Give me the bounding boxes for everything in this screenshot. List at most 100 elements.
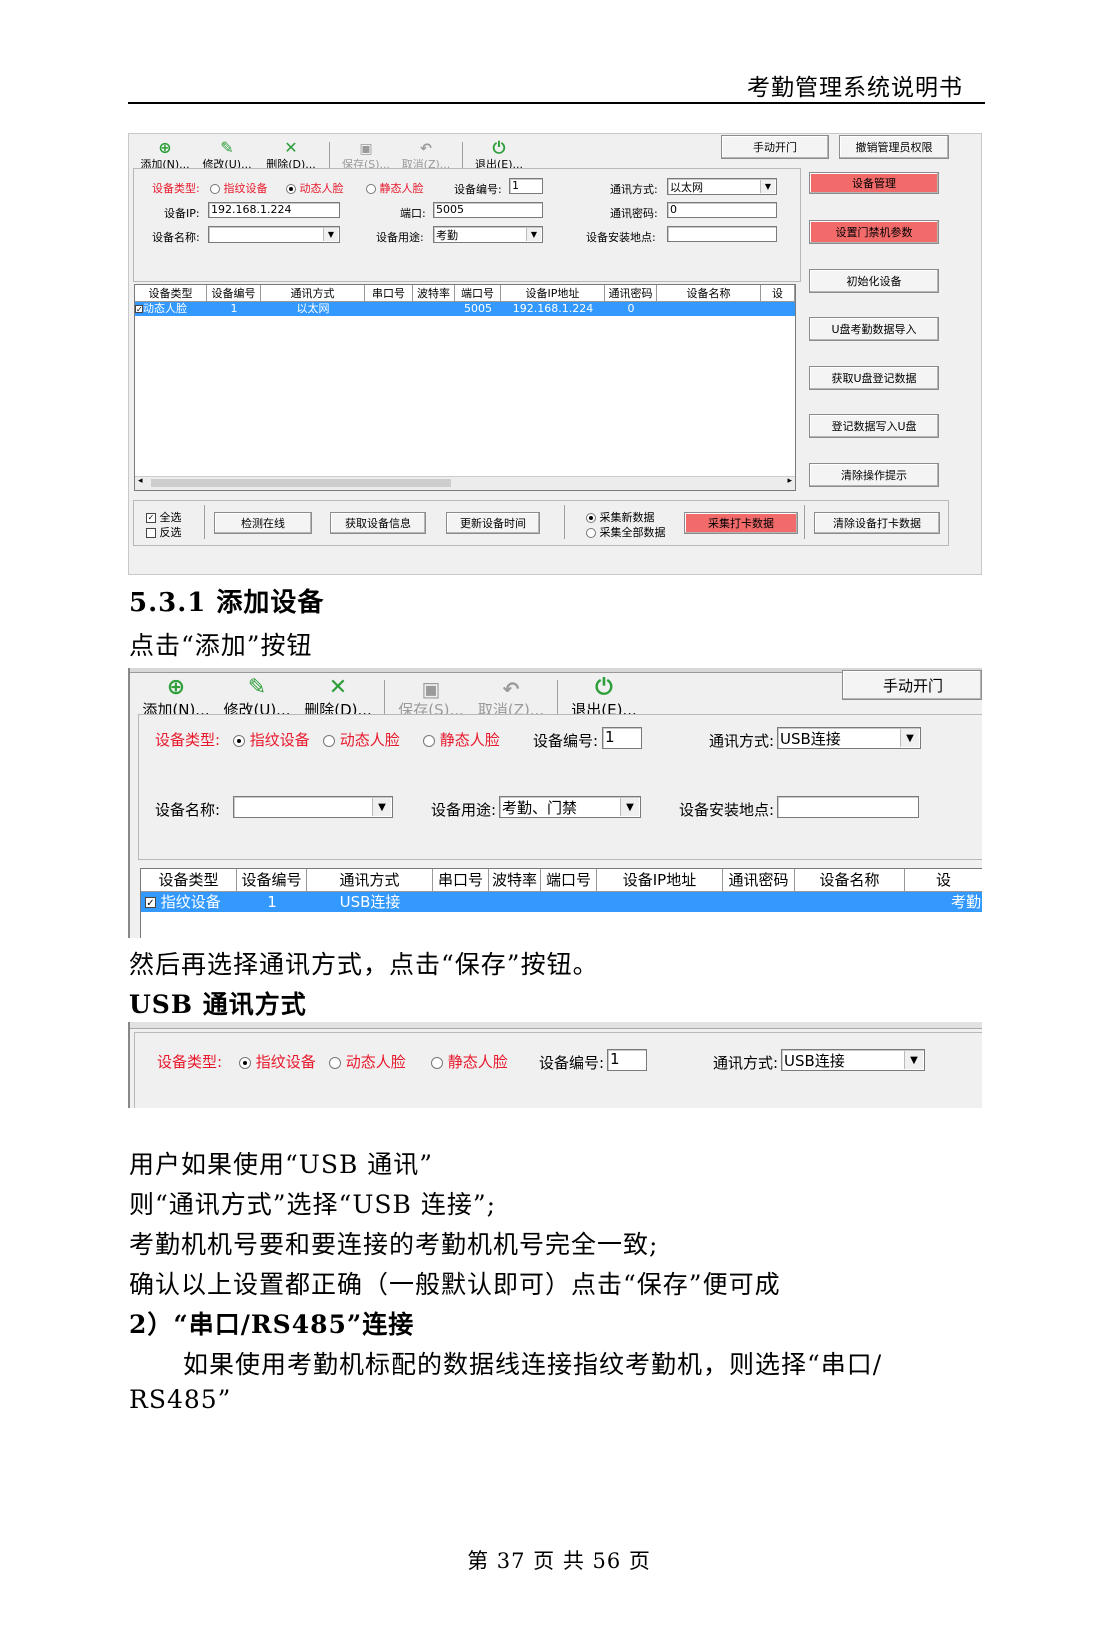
radio-static-face[interactable]: 静态人脸 — [431, 1051, 508, 1072]
device-usage-select[interactable]: 考勤、门禁 ▼ — [499, 796, 641, 818]
chevron-down-icon: ▼ — [526, 228, 541, 241]
radio-dynamic-face[interactable]: 动态人脸 — [323, 729, 400, 750]
column-header[interactable]: 设备名称 — [657, 285, 761, 301]
cancel-button[interactable]: ↶ 取消(Z)... — [396, 138, 456, 172]
delete-button[interactable]: ✕ 删除(D)... — [259, 138, 323, 172]
usb-comm-window: 设备类型: 指纹设备 动态人脸 静态人脸 设备编号: 1 通讯方式: USB连接… — [128, 1022, 982, 1108]
checkbox-checked-icon: ✓ — [145, 897, 156, 908]
comm-method-select[interactable]: USB连接 ▼ — [777, 727, 921, 749]
table-row[interactable]: ✓ 指纹设备 1 USB连接 考勤 — [141, 892, 982, 912]
usb-import-button[interactable]: U盘考勤数据导入 — [809, 317, 939, 341]
device-manage-button[interactable]: 设备管理 — [809, 172, 939, 194]
horizontal-scrollbar[interactable]: ◂ ▸ — [135, 476, 795, 490]
radio-fingerprint[interactable]: 指纹设备 — [239, 1051, 316, 1072]
column-header[interactable]: 串口号 — [365, 285, 413, 301]
collect-punch-data-button[interactable]: 采集打卡数据 — [684, 512, 798, 534]
exit-button[interactable]: ⏻ 退出(E)... — [469, 138, 529, 172]
manual-open-door-button[interactable]: 手动开门 — [842, 670, 982, 700]
radio-circle-icon — [323, 734, 335, 747]
column-header[interactable]: 通讯方式 — [307, 869, 433, 891]
update-device-time-button[interactable]: 更新设备时间 — [446, 512, 540, 534]
row-tail-cell: 考勤 — [950, 893, 981, 911]
comm-password-input[interactable]: 0 — [667, 202, 777, 218]
get-usb-register-button[interactable]: 获取U盘登记数据 — [809, 366, 939, 390]
device-no-input[interactable]: 1 — [509, 178, 543, 194]
usb-heading: USB 通讯方式 — [129, 990, 307, 1019]
radio-fingerprint-label: 指纹设备 — [255, 1053, 316, 1071]
radio-dynamic-face-label: 动态人脸 — [345, 1053, 406, 1071]
column-header[interactable]: 设备IP地址 — [501, 285, 605, 301]
check-online-button[interactable]: 检测在线 — [214, 512, 312, 534]
row-type-value: 指纹设备 — [160, 893, 221, 911]
column-header[interactable]: 设 — [761, 285, 795, 301]
radio-circle-icon — [366, 184, 376, 194]
radio-static-face[interactable]: 静态人脸 — [366, 180, 424, 196]
serial-heading: 2）“串口/RS485”连接 — [129, 1310, 415, 1339]
device-no-input[interactable]: 1 — [607, 1049, 647, 1071]
get-device-info-button[interactable]: 获取设备信息 — [330, 512, 426, 534]
column-header[interactable]: 设备编号 — [207, 285, 261, 301]
chevron-down-icon: ▼ — [900, 729, 919, 747]
edit-button[interactable]: ✎ 修改(U)... — [195, 138, 259, 172]
column-header[interactable]: 设 — [905, 869, 982, 891]
device-form-group: 设备类型: 指纹设备 动态人脸 静态人脸 设备编号: 1 通讯方式: USB连接… — [138, 714, 982, 860]
init-device-button[interactable]: 初始化设备 — [809, 269, 939, 293]
column-header[interactable]: 端口号 — [541, 869, 597, 891]
clear-prompt-button[interactable]: 清除操作提示 — [809, 463, 939, 487]
comm-method-select[interactable]: 以太网 ▼ — [667, 178, 777, 195]
port-input[interactable]: 5005 — [433, 202, 543, 218]
row-comm-cell: USB连接 — [339, 893, 401, 911]
column-header[interactable]: 通讯密码 — [605, 285, 657, 301]
bottom-action-bar: ✓ 全选 反选 检测在线 获取设备信息 更新设备时间 采集新数据 采集全部数据 … — [133, 500, 949, 546]
device-no-label: 设备编号: — [533, 732, 599, 750]
radio-dynamic-face[interactable]: 动态人脸 — [286, 180, 344, 196]
column-header[interactable]: 设备IP地址 — [597, 869, 723, 891]
radio-collect-all[interactable]: 采集全部数据 — [586, 524, 666, 540]
install-location-label: 设备安装地点: — [679, 801, 775, 819]
header-rule — [128, 102, 985, 104]
column-header[interactable]: 串口号 — [433, 869, 489, 891]
column-header[interactable]: 设备名称 — [795, 869, 905, 891]
revoke-admin-button[interactable]: 撤销管理员权限 — [839, 135, 949, 159]
write-register-usb-button[interactable]: 登记数据写入U盘 — [809, 414, 939, 438]
device-usage-value: 考勤 — [436, 229, 458, 242]
device-name-select[interactable]: ▼ — [208, 226, 340, 243]
column-header[interactable]: 设备编号 — [237, 869, 307, 891]
column-header[interactable]: 通讯方式 — [261, 285, 365, 301]
install-location-input[interactable] — [777, 796, 919, 818]
window-top-edge — [130, 1022, 982, 1029]
table-row[interactable]: ✓动态人脸 1 以太网 5005 192.168.1.224 0 — [135, 302, 795, 316]
column-header[interactable]: 端口号 — [455, 285, 501, 301]
install-location-input[interactable] — [667, 226, 777, 242]
radio-collect-new[interactable]: 采集新数据 — [586, 509, 655, 525]
manual-open-door-button[interactable]: 手动开门 — [721, 135, 829, 159]
comm-method-select[interactable]: USB连接 ▼ — [781, 1049, 925, 1071]
clear-device-punch-button[interactable]: 清除设备打卡数据 — [814, 512, 940, 534]
add-button[interactable]: ⊕ 添加(N)... — [135, 138, 195, 172]
radio-circle-icon — [210, 184, 220, 194]
device-ip-input[interactable]: 192.168.1.224 — [208, 202, 340, 218]
device-usage-select[interactable]: 考勤 ▼ — [433, 226, 543, 243]
save-button[interactable]: ▣ 保存(S)... — [336, 138, 396, 172]
scroll-thumb[interactable] — [151, 479, 451, 487]
column-header[interactable]: 设备类型 — [141, 869, 237, 891]
table-header: 设备类型 设备编号 通讯方式 串口号 波特率 端口号 设备IP地址 通讯密码 设备名称设 — [135, 285, 795, 302]
invert-select-checkbox[interactable]: 反选 — [146, 524, 182, 540]
column-header[interactable]: 设备类型 — [135, 285, 207, 301]
select-all-label: 全选 — [159, 511, 182, 524]
device-no-input[interactable]: 1 — [602, 727, 642, 749]
radio-fingerprint[interactable]: 指纹设备 — [210, 180, 268, 196]
column-header[interactable]: 波特率 — [489, 869, 541, 891]
radio-dynamic-face[interactable]: 动态人脸 — [329, 1051, 406, 1072]
pencil-icon: ✎ — [220, 138, 234, 157]
radio-static-face-label: 静态人脸 — [439, 731, 500, 749]
set-door-params-button[interactable]: 设置门禁机参数 — [809, 220, 939, 244]
device-no-label: 设备编号: — [454, 183, 502, 196]
select-all-checkbox[interactable]: ✓ 全选 — [146, 509, 182, 525]
column-header[interactable]: 通讯密码 — [723, 869, 795, 891]
column-header[interactable]: 波特率 — [413, 285, 455, 301]
radio-static-face[interactable]: 静态人脸 — [423, 729, 500, 750]
bar-separator — [204, 505, 205, 539]
radio-fingerprint[interactable]: 指纹设备 — [233, 729, 310, 750]
device-name-select[interactable]: ▼ — [233, 796, 393, 818]
